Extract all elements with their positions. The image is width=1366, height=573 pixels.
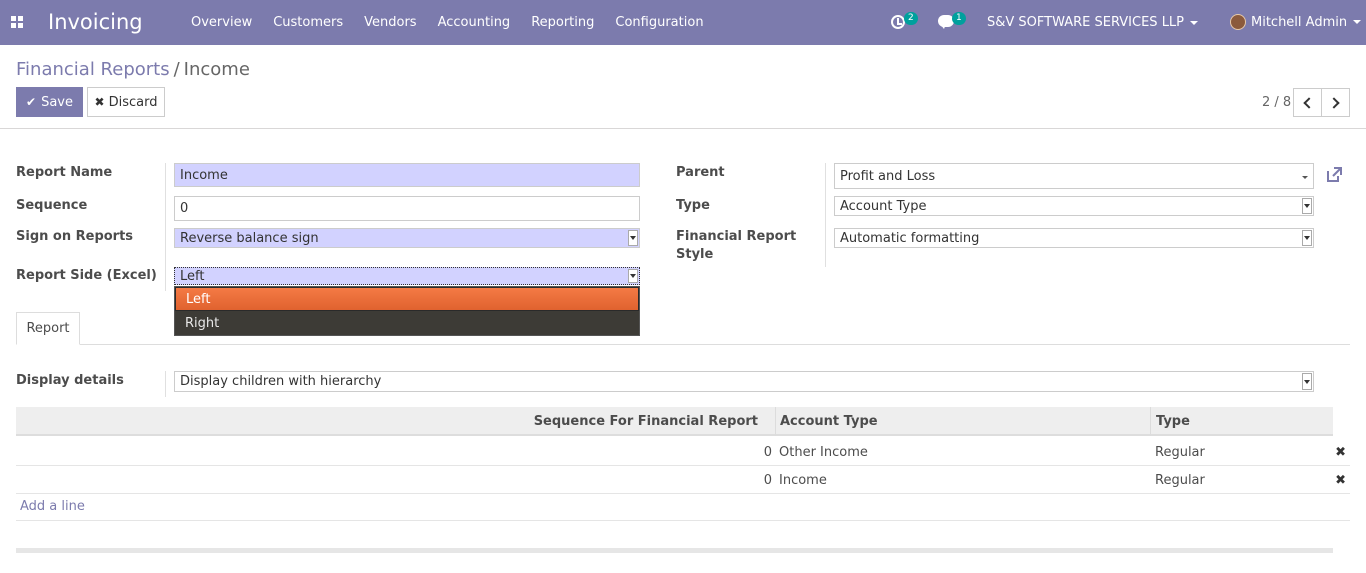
type-label: Type: [676, 198, 710, 213]
sign-on-reports-value: Reverse balance sign: [180, 230, 319, 246]
parent-many2one-input[interactable]: Profit and Loss: [834, 163, 1314, 189]
menu-item-overview[interactable]: Overview: [191, 15, 252, 30]
chevron-down-icon: [1353, 20, 1362, 24]
message-count-badge: 1: [952, 12, 966, 25]
tabs-divider: [16, 344, 1350, 345]
delete-row-icon[interactable]: ✖: [1335, 445, 1346, 460]
chevron-down-icon: [1302, 373, 1312, 390]
cell-type: Regular: [1155, 444, 1205, 460]
sign-on-reports-select[interactable]: Reverse balance sign: [174, 228, 640, 248]
report-name-input[interactable]: Income: [174, 163, 640, 187]
column-header-account-type[interactable]: Account Type: [780, 407, 878, 436]
check-icon: ✔: [26, 95, 37, 109]
cell-type: Regular: [1155, 472, 1205, 488]
pager-next-button[interactable]: [1321, 88, 1350, 117]
left-column-divider: [165, 163, 166, 291]
financial-report-style-label: Financial Report Style: [676, 229, 796, 262]
sequence-input[interactable]: 0: [174, 196, 640, 221]
financial-report-style-select[interactable]: Automatic formatting: [834, 228, 1314, 248]
user-menu[interactable]: Mitchell Admin: [1230, 14, 1362, 30]
chevron-down-icon: [1302, 198, 1312, 214]
cell-account-type: Income: [779, 472, 827, 488]
external-link-icon[interactable]: [1325, 166, 1343, 184]
cell-account-type: Other Income: [779, 444, 868, 460]
breadcrumb-current: Income: [183, 59, 250, 80]
display-details-label: Display details: [16, 373, 124, 388]
chevron-down-icon: [1190, 20, 1199, 25]
cell-sequence: 0: [763, 444, 772, 460]
breadcrumb-separator: /: [173, 59, 180, 80]
parent-label: Parent: [676, 165, 725, 180]
chevron-right-icon: [1328, 96, 1340, 109]
pager-value[interactable]: 2 / 8: [1262, 95, 1291, 110]
chevron-down-icon: [628, 269, 638, 283]
display-details-value: Display children with hierarchy: [180, 374, 382, 389]
report-name-label: Report Name: [16, 165, 113, 180]
control-panel-divider: [0, 128, 1366, 129]
tab-report[interactable]: Report: [16, 312, 80, 345]
caret-down-icon: [1302, 176, 1308, 179]
save-button-label: Save: [41, 94, 73, 110]
chevron-left-icon: [1303, 96, 1315, 109]
discard-button-label: Discard: [108, 94, 158, 110]
report-side-select[interactable]: Left: [174, 267, 640, 285]
right-column-divider: [825, 163, 826, 267]
chevron-down-icon: [1302, 230, 1312, 246]
sign-on-reports-label: Sign on Reports: [16, 229, 134, 244]
dropdown-option-left[interactable]: Left: [175, 287, 639, 311]
top-navbar: Invoicing Overview Customers Vendors Acc…: [0, 0, 1366, 45]
lines-table-header: Sequence For Financial Report Account Ty…: [16, 407, 1333, 436]
type-value: Account Type: [840, 198, 927, 214]
column-divider: [775, 407, 776, 436]
dropdown-option-right[interactable]: Right: [175, 311, 639, 335]
breadcrumb-parent-link[interactable]: Financial Reports: [16, 59, 170, 80]
menu-item-accounting[interactable]: Accounting: [438, 15, 511, 30]
pager-previous-button[interactable]: [1293, 88, 1322, 117]
delete-row-icon[interactable]: ✖: [1335, 473, 1346, 488]
report-side-value: Left: [180, 268, 205, 284]
horizontal-scrollbar[interactable]: [16, 548, 1333, 553]
menu-item-vendors[interactable]: Vendors: [364, 15, 416, 30]
financial-report-style-value: Automatic formatting: [840, 230, 980, 246]
financial-report-style-label-line-1: Financial Report: [676, 229, 797, 244]
cell-sequence: 0: [763, 472, 772, 488]
parent-value: Profit and Loss: [840, 168, 936, 184]
user-name: Mitchell Admin: [1251, 14, 1348, 30]
close-icon: ✖: [94, 95, 105, 109]
avatar: [1230, 14, 1246, 30]
table-row[interactable]: 0 Other Income Regular ✖: [16, 438, 1350, 466]
main-menu: Overview Customers Vendors Accounting Re…: [191, 15, 725, 30]
activity-clock-icon[interactable]: [891, 15, 905, 29]
display-details-divider: [165, 371, 166, 397]
table-row[interactable]: 0 Income Regular ✖: [16, 466, 1350, 494]
company-name: S&V SOFTWARE SERVICES LLP: [987, 15, 1185, 30]
company-switcher[interactable]: S&V SOFTWARE SERVICES LLP: [987, 15, 1199, 30]
column-header-type[interactable]: Type: [1156, 407, 1190, 436]
sequence-label: Sequence: [16, 198, 88, 213]
column-header-sequence[interactable]: Sequence For Financial Report: [16, 407, 758, 436]
add-a-line-link[interactable]: Add a line: [20, 499, 85, 514]
financial-report-style-label-line-2: Style: [676, 247, 714, 262]
menu-item-customers[interactable]: Customers: [273, 15, 343, 30]
app-title[interactable]: Invoicing: [48, 10, 143, 34]
type-select[interactable]: Account Type: [834, 196, 1314, 216]
breadcrumb: Financial Reports / Income: [16, 59, 250, 80]
display-details-select[interactable]: Display children with hierarchy: [174, 371, 1314, 392]
discard-button[interactable]: ✖ Discard: [87, 87, 165, 117]
menu-item-reporting[interactable]: Reporting: [531, 15, 594, 30]
apps-menu-icon[interactable]: [11, 16, 23, 28]
column-divider: [1150, 407, 1151, 436]
activity-count-badge: 2: [904, 12, 918, 25]
report-side-dropdown-list: Left Right: [174, 286, 640, 336]
table-bottom-border: [16, 520, 1350, 521]
report-side-label: Report Side (Excel): [16, 268, 157, 283]
chevron-down-icon: [628, 230, 638, 246]
menu-item-configuration[interactable]: Configuration: [615, 15, 703, 30]
save-button[interactable]: ✔ Save: [16, 87, 83, 117]
